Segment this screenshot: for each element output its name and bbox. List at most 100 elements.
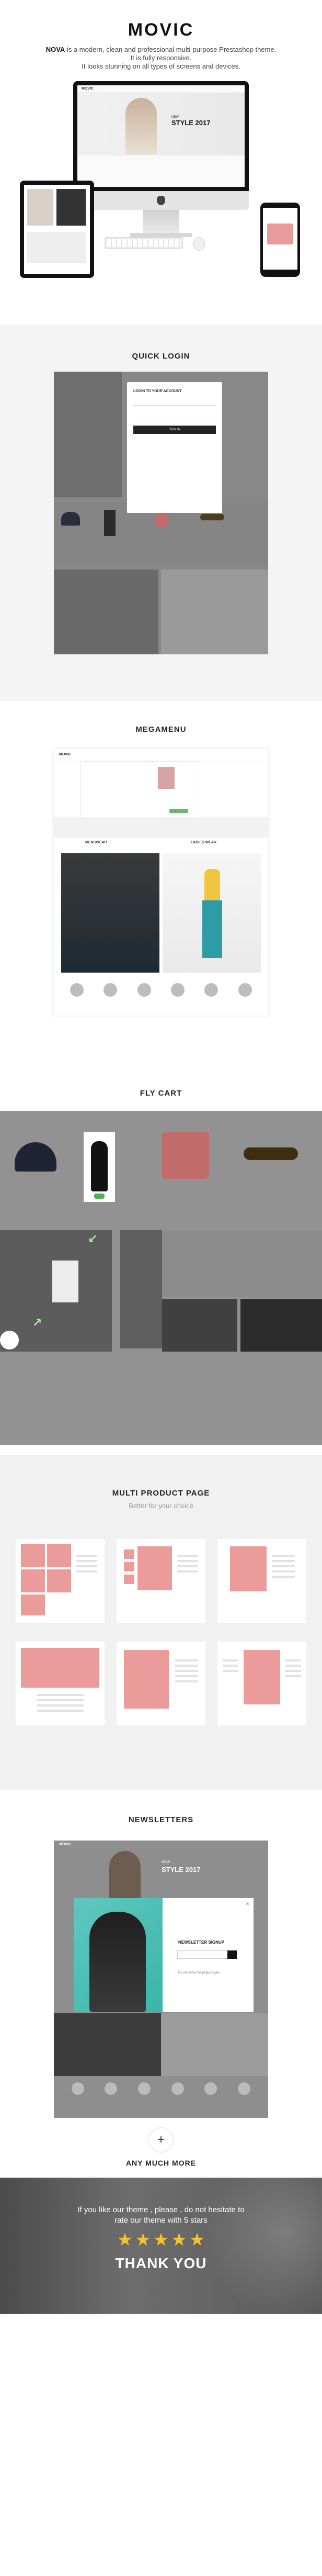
newsletter-banner-small: NEW: [162, 1860, 170, 1864]
quick-login-title: QUICK LOGIN: [132, 352, 190, 361]
caption-ladies-wear: LADIES WEAR: [191, 841, 216, 844]
product-layout-card[interactable]: [217, 1539, 306, 1623]
megamenu-section: MEGAMENU MOVIC MENSWEAR LADIES WEAR: [0, 701, 322, 1063]
product-layout-card[interactable]: [217, 1642, 306, 1725]
screen-banner: NEW STYLE 2017: [77, 93, 245, 155]
fly-arrow-icon: ↗: [32, 1316, 42, 1329]
desktop-chin: [73, 191, 249, 210]
desktop-screen: MOVIC NEW STYLE 2017: [73, 81, 249, 191]
hero-desc-brand: NOVA: [45, 46, 65, 53]
cart-list-tile: [120, 1230, 162, 1348]
category-circle[interactable]: [204, 983, 218, 997]
megamenu-slider: [54, 817, 268, 838]
any-much-more-label: ANY MUCH MORE: [125, 2159, 197, 2167]
star-icon: ★: [171, 2230, 187, 2250]
category-circle[interactable]: [171, 983, 185, 997]
megamenu-product-image: [158, 767, 175, 789]
multi-product-subtitle: Better for your choice: [129, 1502, 193, 1510]
ladies-wear-photo: [163, 853, 261, 973]
megamenu-title: MEGAMENU: [135, 725, 187, 734]
banner-big-text: STYLE 2017: [171, 119, 211, 127]
newsletter-modal: ✕ NEWSLETTER SIGNUP Do not show this pop…: [74, 1898, 254, 2012]
brand-title: MOVIC: [128, 20, 194, 40]
tablet-mockup: [20, 181, 94, 278]
multi-product-title: MULTI PRODUCT PAGE: [112, 1489, 210, 1498]
category-circle[interactable]: [171, 2082, 184, 2095]
cart-item-card: [52, 1261, 78, 1302]
category-circle[interactable]: [137, 983, 151, 997]
hero-desc-text: is a modern, clean and professional mult…: [65, 46, 277, 53]
newsletter-submit-button[interactable]: [227, 1950, 237, 1959]
category-circle[interactable]: [105, 2082, 118, 2095]
hero-description: NOVA is a modern, clean and professional…: [0, 46, 322, 71]
rating-request: If you like our theme , please , do not …: [0, 2205, 322, 2226]
login-modal-title: LOGIN TO YOUR ACCOUNT: [133, 389, 182, 393]
menswear-photo: [61, 853, 159, 973]
caption-menswear: MENSWEAR: [85, 841, 107, 844]
cap-product: [61, 512, 80, 526]
shoe-product: [156, 514, 168, 527]
rating-stars: ★ ★ ★ ★ ★: [0, 2231, 322, 2249]
shoe-product: [162, 1132, 209, 1179]
category-circle[interactable]: [71, 2082, 84, 2095]
newsletters-section: NEWSLETTERS MOVIC NEW STYLE 2017 ✕ NEWSL…: [0, 1790, 322, 2178]
shirt-collar-tile: [161, 570, 268, 654]
newsletter-note[interactable]: Do not show this popup again: [178, 1971, 220, 1975]
desktop-stand: [143, 210, 179, 233]
password-field[interactable]: [133, 411, 216, 418]
sunglasses-product: [244, 1147, 298, 1160]
category-circle[interactable]: [238, 983, 252, 997]
fly-arrow-icon: ↙: [88, 1232, 98, 1245]
model-image: [109, 1851, 141, 1901]
cart-icon[interactable]: [0, 1331, 19, 1350]
mouse-image: [193, 237, 205, 251]
plus-icon[interactable]: +: [148, 2127, 174, 2153]
rating-request-line1: If you like our theme , please , do not …: [77, 2205, 245, 2214]
hero-desc-line3: It looks stunning on all types of screen…: [82, 62, 240, 70]
product-layout-card[interactable]: [117, 1539, 205, 1623]
product-layout-card[interactable]: [117, 1642, 205, 1725]
apple-icon: [157, 196, 165, 205]
fly-cart-popup: [84, 1132, 115, 1202]
phone-product-image: [267, 224, 293, 244]
category-circle[interactable]: [138, 2082, 151, 2095]
megamenu-promo-badge: [169, 809, 188, 813]
product-layout-card[interactable]: [16, 1642, 105, 1725]
category-circles: [54, 2082, 268, 2095]
fly-cart-screenshot: ↙ ↗: [0, 1111, 322, 1445]
close-icon[interactable]: ✕: [245, 1901, 249, 1907]
desktop-foot: [130, 233, 192, 237]
sign-in-button[interactable]: SIGN IN: [133, 426, 216, 434]
newsletter-photo: [74, 1898, 163, 2012]
quick-login-screenshot: LOGIN TO YOUR ACCOUNT SIGN IN: [54, 372, 268, 654]
category-circle[interactable]: [238, 2082, 251, 2095]
category-circle[interactable]: [104, 983, 118, 997]
page-bottom-spacer: [0, 2314, 322, 2335]
add-to-cart-badge[interactable]: [94, 1194, 105, 1199]
phone-mockup: [260, 203, 300, 277]
megamenu-logo: MOVIC: [59, 753, 71, 756]
star-icon: ★: [117, 2230, 133, 2250]
newsletters-title: NEWSLETTERS: [128, 1815, 194, 1824]
category-circle[interactable]: [204, 2082, 217, 2095]
man-image: [89, 1912, 146, 2012]
star-icon: ★: [135, 2230, 151, 2250]
keyboard-image: [105, 237, 183, 249]
thank-you-title: THANK YOU: [115, 2255, 207, 2271]
fly-cart-section: FLY CART ↙ ↗: [0, 1063, 322, 1455]
page: MOVIC NOVA is a modern, clean and profes…: [0, 0, 322, 2335]
shoes-tile: [240, 1299, 322, 1352]
model-tile: [54, 372, 122, 497]
product-layout-card[interactable]: [16, 1539, 105, 1623]
thank-you-section: If you like our theme , please , do not …: [0, 2178, 322, 2314]
category-circles: [54, 983, 268, 997]
multi-product-section: MULTI PRODUCT PAGE Better for your choic…: [0, 1455, 322, 1790]
device-mockups: MOVIC NEW STYLE 2017: [0, 81, 322, 291]
category-circle[interactable]: [70, 983, 84, 997]
plaid-shirt-tile: [54, 570, 158, 654]
newsletter-screen-logo: MOVIC: [59, 1843, 71, 1846]
rating-request-line2: rate our theme with 5 stars: [114, 2216, 208, 2225]
sunglasses-product: [200, 514, 224, 520]
email-field[interactable]: [133, 398, 216, 406]
dress-product: [104, 510, 116, 536]
